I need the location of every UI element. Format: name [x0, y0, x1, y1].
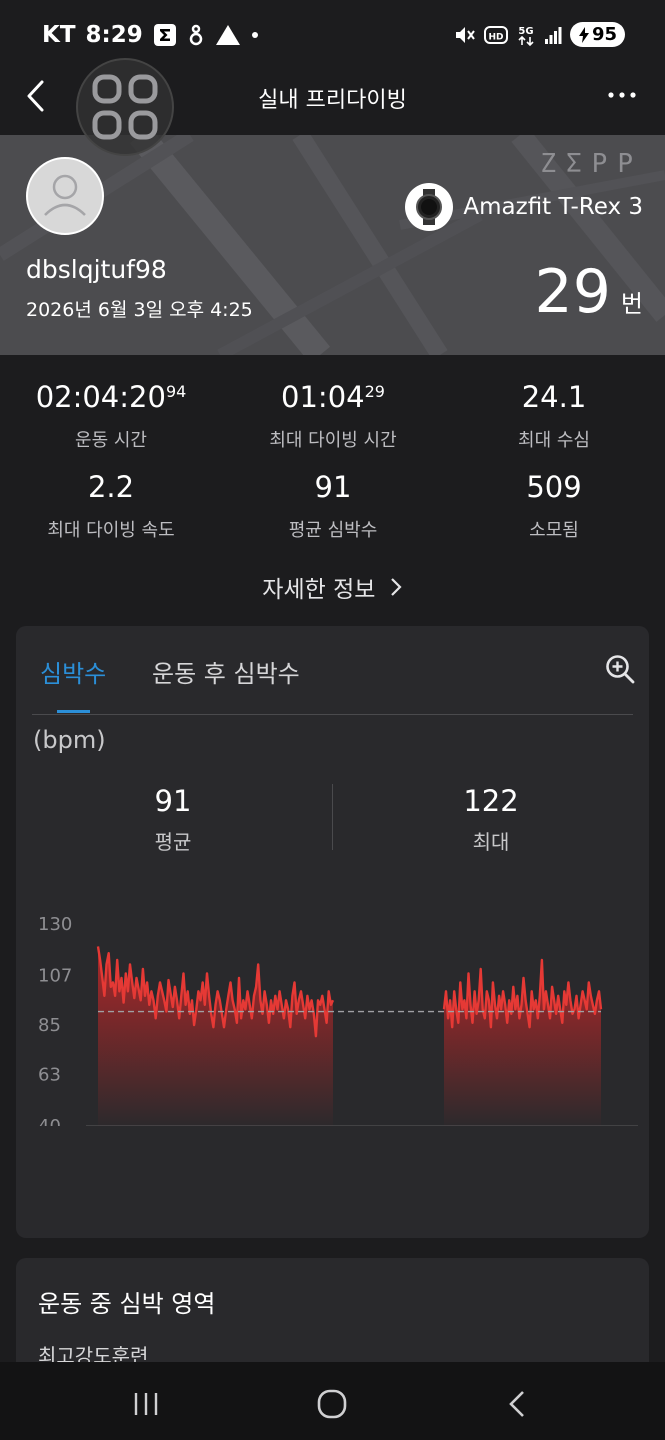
workout-datetime: 2026년 6월 3일 오후 4:25 — [26, 299, 253, 321]
svg-text:5G: 5G — [518, 26, 533, 37]
charging-bolt-icon — [578, 26, 589, 43]
stat-label: 소모됨 — [529, 520, 579, 541]
y-tick-label: 107 — [38, 966, 72, 987]
max-value: 122 — [463, 784, 519, 818]
carrier-label: KT — [42, 22, 76, 48]
heart-rate-card: 심박수 운동 후 심박수 (bpm) 91 평균 122 최대 130 107 85… — [16, 626, 649, 1238]
stat-workout-time: 02:04:2094 운동 시간 — [0, 380, 222, 452]
stat-label: 평균 심박수 — [288, 520, 378, 541]
app-header: 실내 프리다이빙 — [0, 58, 665, 156]
max-summary: 122 최대 — [391, 784, 591, 855]
more-dots-icon — [608, 92, 636, 98]
battery-level: 95 — [591, 24, 617, 45]
username: dbslqjtuf98 — [26, 255, 167, 284]
dot-icon — [251, 31, 259, 39]
svg-text:HD: HD — [488, 32, 503, 42]
stat-avg-heart-rate: 91 평균 심박수 — [222, 470, 444, 542]
stat-value: 509 — [526, 470, 582, 504]
device-info: Amazfit T-Rex 3 — [405, 183, 643, 231]
y-tick-label: 130 — [38, 914, 72, 935]
stat-value: 02:04:20 — [35, 380, 166, 414]
stat-label: 운동 시간 — [75, 430, 147, 451]
home-icon — [317, 1389, 347, 1419]
summary-divider — [332, 784, 333, 850]
signal-icon — [544, 25, 562, 45]
avg-summary: 91 평균 — [73, 784, 273, 855]
unit-label: (bpm) — [33, 726, 106, 754]
zone-card-title: 운동 중 심박 영역 — [38, 1290, 216, 1318]
more-options-button[interactable] — [607, 80, 637, 110]
y-tick-label: 63 — [38, 1064, 61, 1085]
max-label: 최대 — [472, 830, 510, 854]
workout-banner: dbslqjtuf98 2026년 6월 3일 오후 4:25 ZΣPP Ama… — [0, 135, 665, 355]
zepp-logo: ZΣPP — [540, 149, 643, 179]
battery-indicator: 95 — [569, 22, 625, 47]
recent-apps-icon — [134, 1393, 158, 1415]
zoom-in-button[interactable] — [605, 654, 635, 684]
fitness-app-icon — [187, 23, 205, 47]
stat-max-dive-speed: 2.2 최대 다이빙 속도 — [0, 470, 222, 542]
chevron-right-icon — [389, 577, 403, 603]
stat-value: 24.1 — [521, 380, 587, 414]
app-notification-icon — [153, 23, 177, 47]
zoom-in-icon — [606, 655, 635, 684]
clock: 8:29 — [85, 22, 143, 48]
system-nav-bar — [0, 1362, 665, 1440]
y-tick-label: 40 — [38, 1116, 61, 1126]
home-button[interactable] — [312, 1384, 352, 1424]
hr-area-segment — [98, 946, 333, 1126]
user-placeholder-icon — [44, 174, 86, 216]
stat-value: 01:04 — [281, 380, 365, 414]
avatar[interactable] — [26, 157, 104, 235]
warning-triangle-icon — [215, 24, 241, 46]
more-info-link[interactable]: 자세한 정보 — [0, 570, 665, 604]
stat-label: 최대 수심 — [518, 430, 590, 451]
y-tick-label: 85 — [38, 1015, 61, 1036]
stat-value: 2.2 — [87, 470, 135, 504]
stat-sup: 94 — [165, 382, 187, 401]
dive-count-unit: 번 — [620, 290, 643, 318]
stat-label: 최대 다이빙 시간 — [269, 430, 397, 451]
stat-sup: 29 — [364, 382, 385, 401]
stat-max-depth: 24.1 최대 수심 — [443, 380, 665, 452]
mute-icon — [454, 24, 476, 46]
dive-count: 29 번 — [535, 257, 643, 327]
avg-value: 91 — [154, 784, 192, 818]
active-tab-indicator — [57, 710, 90, 713]
app-grid-icon — [92, 74, 158, 140]
hd-voice-icon: HD — [483, 25, 508, 45]
device-name: Amazfit T-Rex 3 — [463, 194, 643, 220]
recent-apps-button[interactable] — [126, 1384, 166, 1424]
stat-calories: 509 소모됨 — [443, 470, 665, 542]
stat-max-dive-time: 01:0429 최대 다이빙 시간 — [222, 380, 444, 452]
dive-count-value: 29 — [534, 257, 611, 327]
tab-divider — [32, 714, 633, 715]
system-back-button[interactable] — [498, 1384, 538, 1424]
back-chevron-icon — [509, 1391, 524, 1417]
floating-app-button[interactable] — [76, 58, 174, 156]
tab-heart-rate[interactable]: 심박수 — [40, 654, 106, 689]
more-info-label: 자세한 정보 — [262, 577, 376, 603]
tab-post-workout-heart-rate[interactable]: 운동 후 심박수 — [152, 654, 300, 689]
stat-label: 최대 다이빙 속도 — [47, 520, 175, 541]
5g-data-icon: 5G — [516, 23, 536, 47]
watch-icon — [405, 183, 454, 231]
heart-rate-chart: 13010785634000:0031:0501:02:1001:33:1502… — [38, 914, 638, 1126]
avg-label: 평균 — [154, 830, 192, 854]
stat-value: 91 — [314, 470, 352, 504]
